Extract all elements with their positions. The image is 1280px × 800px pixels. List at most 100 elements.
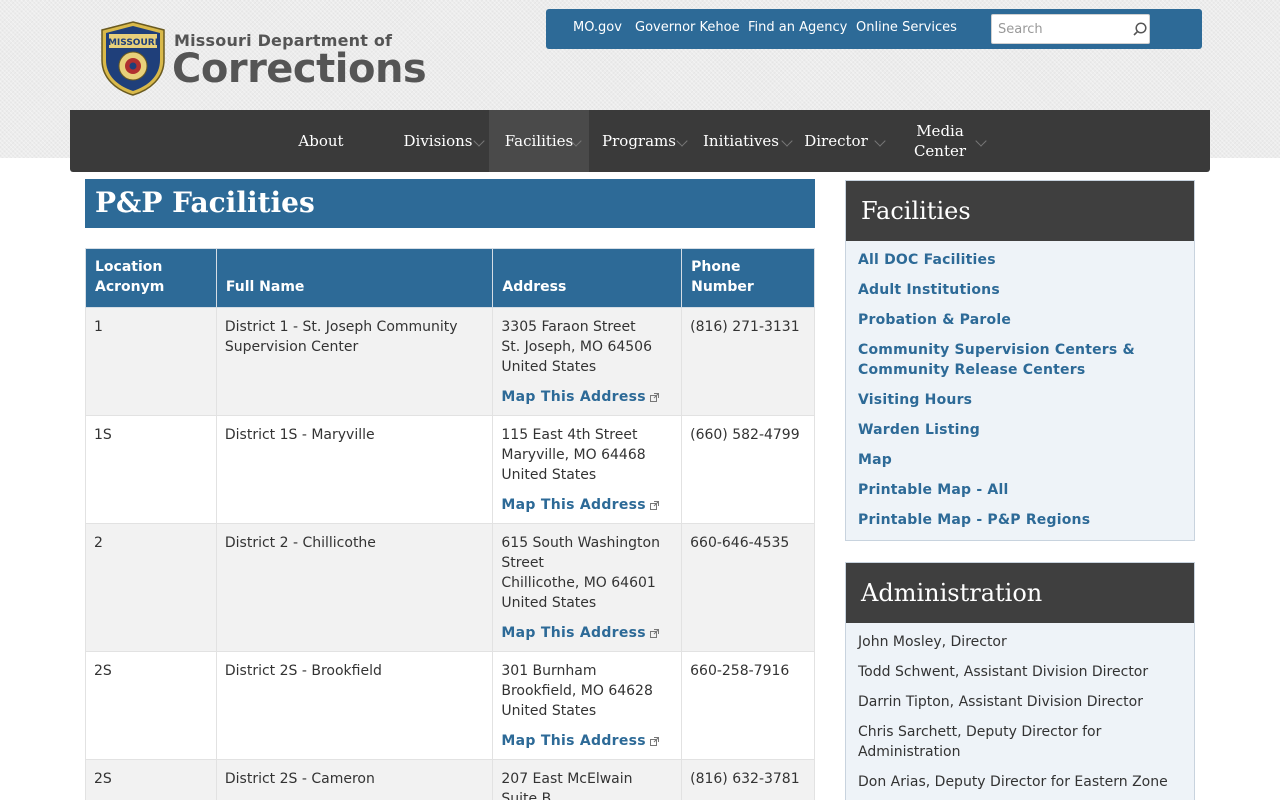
admin-item: Don Arias, Deputy Director for Eastern Z… (858, 774, 1168, 790)
search-input[interactable] (992, 15, 1127, 43)
address-line: 301 Burnham (501, 663, 597, 679)
map-link-label: Map This Address (501, 625, 646, 641)
address-line: 615 South Washington Street (501, 535, 660, 571)
external-link-icon (649, 501, 659, 510)
table-header-row: Location Acronym Full Name Address Phone… (85, 248, 815, 308)
external-link-icon (649, 737, 659, 746)
admin-item: Todd Schwent, Assistant Division Directo… (858, 664, 1149, 680)
site-logo[interactable]: MISSOURI Missouri Department of Correcti… (98, 20, 427, 98)
column-header-full-name[interactable]: Full Name (215, 248, 494, 308)
nav-label: Media Center (913, 122, 967, 160)
column-header-acronym[interactable]: Location Acronym (85, 248, 217, 308)
name-cell: District 1S - Maryville (215, 415, 494, 524)
address-cell: 3305 Faraon Street St. Joseph, MO 64506 … (492, 307, 683, 416)
address-line: St. Joseph, MO 64506 (501, 339, 652, 355)
map-this-address-link[interactable]: Map This Address (501, 731, 659, 751)
table-row: 2S District 2S - Brookfield 301 Burnham … (85, 651, 815, 760)
chevron-down-icon (975, 135, 987, 147)
nav-item-media-center[interactable]: Media Center (908, 110, 972, 172)
sidebar-link-adult-institutions[interactable]: Adult Institutions (846, 280, 1194, 300)
column-header-phone[interactable]: Phone Number (681, 248, 815, 308)
nav-label: Initiatives (702, 132, 780, 150)
address-line: United States (501, 703, 597, 719)
map-this-address-link[interactable]: Map This Address (501, 387, 659, 407)
map-this-address-link[interactable]: Map This Address (501, 495, 659, 515)
nav-label: Director (804, 132, 868, 150)
column-header-address[interactable]: Address (492, 248, 683, 308)
facilities-table: Location Acronym Full Name Address Phone… (85, 248, 815, 800)
address-line: 3305 Faraon Street (501, 319, 636, 335)
sidebar-administration: Administration John Mosley, Director Tod… (845, 562, 1195, 800)
nav-label: About (298, 132, 344, 150)
logo-title: Corrections (172, 46, 427, 92)
sidebar-link-visiting-hours[interactable]: Visiting Hours (846, 390, 1194, 410)
acronym-cell: 2S (85, 651, 217, 760)
sidebar-link-all-doc-facilities[interactable]: All DOC Facilities (846, 250, 1194, 270)
name-cell: District 2 - Chillicothe (215, 523, 494, 652)
address-line: United States (501, 467, 597, 483)
map-link-label: Map This Address (501, 497, 646, 513)
table-row: 2 District 2 - Chillicothe 615 South Was… (85, 523, 815, 652)
phone-cell: (816) 632-3781 (681, 759, 815, 800)
table-row: 2S District 2S - Cameron 207 East McElwa… (85, 759, 815, 800)
phone-cell: (660) 582-4799 (681, 415, 815, 524)
acronym-cell: 1S (85, 415, 217, 524)
admin-item: Chris Sarchett, Deputy Director for Admi… (858, 724, 1102, 760)
name-cell: District 1 - St. Joseph Community Superv… (215, 307, 494, 416)
nav-item-about[interactable]: About (285, 110, 357, 172)
sidebar-facilities-links: All DOC Facilities Adult Institutions Pr… (846, 241, 1194, 530)
nav-item-initiatives[interactable]: Initiatives (700, 110, 782, 172)
sidebar-administration-title: Administration (846, 563, 1194, 623)
table-body: 1 District 1 - St. Joseph Community Supe… (85, 307, 815, 800)
address-cell: 115 East 4th Street Maryville, MO 64468 … (492, 415, 683, 524)
address-line: 115 East 4th Street (501, 427, 638, 443)
sidebar-link-community-centers[interactable]: Community Supervision Centers & Communit… (846, 340, 1194, 380)
utility-link-mogov[interactable]: MO.gov (573, 20, 622, 35)
sidebar-facilities-title: Facilities (846, 181, 1194, 241)
sidebar-link-warden-listing[interactable]: Warden Listing (846, 420, 1194, 440)
address-line: Suite B (501, 791, 552, 800)
sidebar-link-probation-parole[interactable]: Probation & Parole (846, 310, 1194, 330)
utility-link-governor[interactable]: Governor Kehoe (635, 20, 740, 35)
external-link-icon (649, 629, 659, 638)
nav-label: Divisions (403, 132, 473, 150)
nav-label: Programs (602, 132, 676, 150)
table-row: 1S District 1S - Maryville 115 East 4th … (85, 415, 815, 524)
phone-cell: 660-258-7916 (681, 651, 815, 760)
phone-cell: (816) 271-3131 (681, 307, 815, 416)
phone-cell: 660-646-4535 (681, 523, 815, 652)
nav-label: Facilities (504, 132, 574, 150)
name-cell: District 2S - Brookfield (215, 651, 494, 760)
acronym-cell: 2S (85, 759, 217, 800)
address-line: United States (501, 595, 597, 611)
nav-item-programs[interactable]: Programs (598, 110, 680, 172)
map-link-label: Map This Address (501, 389, 646, 405)
admin-item: Darrin Tipton, Assistant Division Direct… (858, 694, 1143, 710)
sidebar-facilities: Facilities All DOC Facilities Adult Inst… (845, 180, 1195, 541)
address-line: Brookfield, MO 64628 (501, 683, 653, 699)
address-line: 207 East McElwain (501, 771, 633, 787)
sidebar-link-printable-map-pp[interactable]: Printable Map - P&P Regions (846, 510, 1194, 530)
acronym-cell: 1 (85, 307, 217, 416)
address-line: United States (501, 359, 597, 375)
sidebar-link-map[interactable]: Map (846, 450, 1194, 470)
address-line: Maryville, MO 64468 (501, 447, 646, 463)
sidebar-administration-list: John Mosley, Director Todd Schwent, Assi… (846, 623, 1194, 792)
address-cell: 207 East McElwain Suite B (492, 759, 683, 800)
svg-text:MISSOURI: MISSOURI (108, 38, 158, 48)
acronym-cell: 2 (85, 523, 217, 652)
utility-link-find-agency[interactable]: Find an Agency (748, 20, 847, 35)
map-this-address-link[interactable]: Map This Address (501, 623, 659, 643)
sidebar-link-printable-map-all[interactable]: Printable Map - All (846, 480, 1194, 500)
nav-item-director[interactable]: Director (801, 110, 871, 172)
utility-nav: MO.gov Governor Kehoe Find an Agency Onl… (546, 9, 1202, 49)
chevron-down-icon (781, 135, 793, 147)
search-form (991, 14, 1150, 44)
utility-link-online-services[interactable]: Online Services (856, 20, 957, 35)
external-link-icon (649, 393, 659, 402)
address-cell: 301 Burnham Brookfield, MO 64628 United … (492, 651, 683, 760)
search-icon[interactable] (1132, 21, 1148, 37)
address-cell: 615 South Washington Street Chillicothe,… (492, 523, 683, 652)
page-title: P&P Facilities (85, 179, 815, 228)
admin-item: John Mosley, Director (858, 634, 1007, 650)
